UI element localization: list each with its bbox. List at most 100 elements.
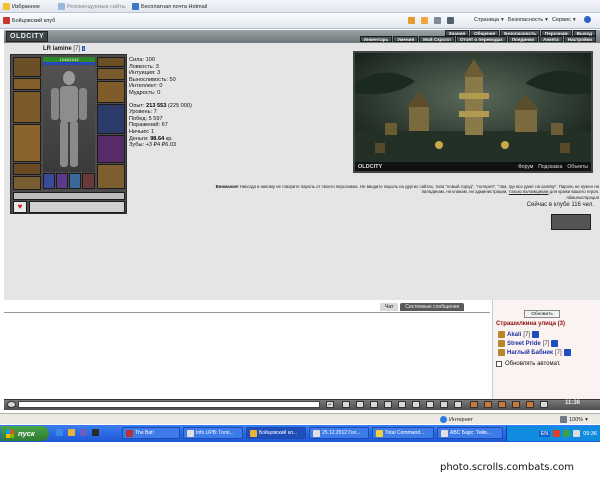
chat-area[interactable] — [4, 312, 490, 398]
ring-slot-4[interactable] — [82, 173, 95, 189]
fighter-icon[interactable] — [384, 401, 392, 408]
amulet-slot[interactable] — [13, 78, 41, 90]
heart-button[interactable]: ♥ — [13, 201, 27, 213]
fist-icon[interactable] — [356, 401, 364, 408]
tab-system-messages[interactable]: Системные сообщения — [400, 303, 465, 311]
objects-link[interactable]: Объекты — [567, 164, 588, 170]
menu-skills[interactable]: Умения — [393, 36, 419, 42]
counter-badge[interactable] — [551, 214, 591, 230]
home-icon[interactable] — [408, 17, 415, 24]
user-row[interactable]: Akali [7] — [498, 331, 540, 338]
rss-icon[interactable] — [421, 17, 428, 24]
print-icon[interactable] — [447, 17, 454, 24]
group-icon[interactable] — [412, 401, 420, 408]
belt-slot[interactable] — [13, 163, 41, 175]
user-row[interactable]: Наглый Бабник [7] — [498, 349, 571, 356]
character-figure — [43, 66, 95, 172]
gear-icon[interactable] — [540, 401, 548, 408]
warning-link[interactable]: только взломщикам — [509, 189, 549, 194]
menu-settings[interactable]: Настройки — [563, 36, 596, 42]
start-button[interactable]: пуск — [1, 426, 49, 441]
zoom-control[interactable]: 100% ▾ — [560, 416, 588, 423]
menu-inventory[interactable]: Инвентарь — [359, 36, 393, 42]
character-nick[interactable]: LR lamine [7] i — [43, 46, 85, 52]
folder-icon[interactable] — [68, 429, 75, 436]
tools-menu[interactable]: Сервис ▾ — [552, 17, 576, 23]
ring-slot-1[interactable] — [43, 173, 55, 189]
smile-icon[interactable] — [7, 401, 16, 408]
banner-icon[interactable] — [370, 401, 378, 408]
info-icon[interactable] — [563, 349, 571, 356]
gloves-slot[interactable] — [97, 81, 125, 103]
media-icon[interactable] — [92, 429, 99, 436]
auto-refresh-checkbox[interactable] — [496, 361, 502, 367]
page-menu[interactable]: Страница ▾ — [474, 17, 504, 23]
ring-slot-3[interactable] — [69, 173, 81, 189]
menu-transfers[interactable]: Отчёт о переводах — [455, 36, 507, 42]
task-document[interactable]: 25.12.2012 Гол... — [309, 427, 369, 439]
scroll-icon[interactable] — [440, 401, 448, 408]
potion-icon[interactable] — [484, 401, 492, 408]
armor-slot[interactable] — [13, 124, 41, 162]
info-icon[interactable]: i — [81, 46, 85, 51]
legs-slot[interactable] — [97, 164, 125, 189]
clear-icon[interactable] — [454, 401, 462, 408]
artifact-slot[interactable] — [97, 135, 125, 163]
task-total-commander[interactable]: Total Command... — [372, 427, 434, 439]
fire-icon[interactable] — [470, 401, 478, 408]
mail-icon[interactable] — [434, 17, 441, 24]
hint-link[interactable]: Подсказка — [538, 164, 562, 170]
task-info-upb[interactable]: Info.UPB: Голо... — [183, 427, 243, 439]
ie-tab-row: Бойцовский клуб Страница ▾ Безопасность … — [0, 13, 600, 29]
emoticon-icon[interactable] — [426, 401, 434, 408]
forum-link[interactable]: Форум — [518, 164, 533, 170]
city-scene[interactable]: OLDCITY Форум Подсказка Объекты — [353, 51, 593, 173]
chat-input[interactable] — [18, 401, 320, 408]
ie-favorites-bar: Избранное Рекомендуемые сайты Бесплатная… — [0, 0, 600, 13]
necklace-slot[interactable] — [97, 68, 125, 80]
hand-icon[interactable] — [498, 401, 506, 408]
online-count: Сейчас в клубе 116 чел. — [526, 202, 594, 208]
task-fight-club[interactable]: Бойцовский кл... — [246, 427, 306, 439]
tab-fight-club[interactable]: Бойцовский клуб — [3, 17, 55, 24]
fighter-icon[interactable] — [398, 401, 406, 408]
menu-profile[interactable]: Анкета — [539, 36, 563, 42]
bookmark-hotmail[interactable]: Бесплатная почта Hotmail — [132, 3, 207, 10]
send-icon[interactable]: ↵ — [326, 401, 334, 408]
security-menu[interactable]: Безопасность ▾ — [508, 17, 548, 23]
stat-strength: Сила: 100 — [129, 57, 155, 63]
weapon-slot[interactable] — [13, 91, 41, 123]
user-row[interactable]: Street Pride [7] — [498, 340, 559, 347]
helmet-slot[interactable] — [13, 57, 41, 77]
network-icon[interactable] — [563, 430, 571, 437]
zoom-icon — [560, 416, 567, 423]
auto-refresh-option[interactable]: Обновлять автомат. — [496, 361, 561, 367]
language-indicator[interactable]: EN — [538, 430, 551, 437]
menu-scroll[interactable]: Мой Скролл — [419, 36, 455, 42]
ie-icon[interactable] — [56, 429, 63, 436]
refresh-button[interactable]: Обновить — [524, 310, 560, 318]
antivirus-icon[interactable] — [553, 430, 561, 437]
fist-icon[interactable] — [526, 401, 534, 408]
info-icon[interactable] — [551, 340, 559, 347]
boots-slot[interactable] — [13, 176, 41, 190]
shield-slot[interactable] — [97, 104, 125, 134]
task-the-bat[interactable]: The Bat! — [122, 427, 180, 439]
windows-taskbar: пуск The Bat! Info.UPB: Голо... Бойцовск… — [0, 425, 600, 442]
ring-slot-2[interactable] — [56, 173, 68, 189]
task-abc-bars[interactable]: ABC Барс: Тейв... — [437, 427, 503, 439]
info-icon[interactable] — [532, 331, 540, 338]
help-icon[interactable] — [584, 16, 591, 23]
scene-logo: OLDCITY — [358, 164, 383, 170]
volume-icon[interactable] — [573, 430, 581, 437]
menu-fights[interactable]: Поединки — [507, 36, 539, 42]
shield-icon[interactable] — [342, 401, 350, 408]
sub-menu: Инвентарь Умения Мой Скролл Отчёт о пере… — [359, 36, 596, 42]
desktop-icon[interactable] — [80, 429, 87, 436]
tab-chat[interactable]: Чат — [380, 303, 399, 311]
bag-icon[interactable] — [512, 401, 520, 408]
sliders-panel[interactable] — [29, 201, 125, 213]
favorites-button[interactable]: Избранное — [3, 3, 40, 10]
bookmark-recommended[interactable]: Рекомендуемые сайты — [58, 3, 126, 10]
earring-slot[interactable] — [97, 57, 125, 67]
